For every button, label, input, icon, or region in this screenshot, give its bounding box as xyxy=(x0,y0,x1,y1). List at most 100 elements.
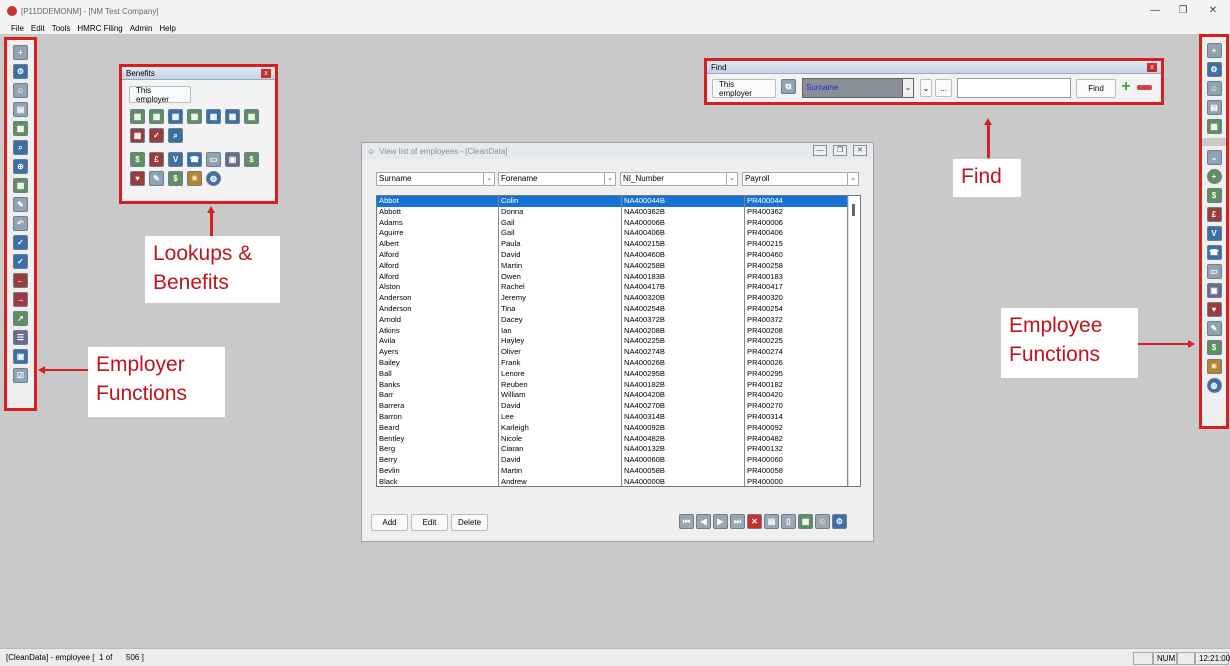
lookup-company-icon[interactable]: ▦ xyxy=(168,109,183,124)
tick-box-icon[interactable]: ☑ xyxy=(13,368,28,383)
table-row[interactable]: Adams Gail NA400006B PR400006 xyxy=(377,217,860,229)
table-row[interactable]: Barrera David NA400270B PR400270 xyxy=(377,401,860,412)
tools-icon[interactable]: ✎ xyxy=(13,197,28,212)
chevron-down-icon[interactable]: ⌄ xyxy=(726,173,737,185)
add-criteria-icon[interactable]: + xyxy=(1119,79,1133,95)
chevron-down-icon[interactable]: ⌄ xyxy=(847,173,858,185)
sun-icon[interactable]: ☀ xyxy=(1206,359,1222,374)
money-icon[interactable]: £ xyxy=(1206,207,1222,222)
grid-scrollbar[interactable] xyxy=(848,196,860,486)
lookup-list-icon[interactable]: ▦ xyxy=(244,109,259,124)
print-icon[interactable]: ▤ xyxy=(13,102,28,117)
wrench-icon[interactable]: ✎ xyxy=(1206,321,1222,336)
car-icon[interactable]: ▭ xyxy=(1206,264,1222,279)
globe-phone-icon[interactable]: ☎ xyxy=(187,152,202,167)
sun-icon[interactable]: ☀ xyxy=(187,171,202,186)
delete-button[interactable]: Delete xyxy=(451,514,488,531)
menu-hmrc-filing[interactable]: HMRC Filing xyxy=(77,24,122,33)
chevron-down-icon[interactable]: ⌄ xyxy=(902,79,913,97)
last-record-icon[interactable]: ⏭ xyxy=(730,514,745,529)
menu-tools[interactable]: Tools xyxy=(52,24,71,33)
employee-add-icon[interactable]: + xyxy=(1206,43,1222,58)
fbi-check-icon[interactable]: ✓ xyxy=(13,235,28,250)
wrench-icon[interactable]: ✎ xyxy=(149,171,164,186)
table-row[interactable]: Avila Hayley NA400225B PR400225 xyxy=(377,336,860,348)
column-header-payroll[interactable]: Payroll ⌄ xyxy=(742,172,859,186)
next-record-icon[interactable]: ▶ xyxy=(713,514,728,529)
remove-criteria-icon[interactable] xyxy=(1137,85,1152,90)
lookup-report-icon[interactable]: ▦ xyxy=(149,109,164,124)
benefits-close-button[interactable]: x xyxy=(261,69,271,78)
lookup-rates-icon[interactable]: ▦ xyxy=(206,109,221,124)
calendar-left-icon[interactable]: ← xyxy=(13,273,28,288)
first-record-icon[interactable]: ⏮ xyxy=(679,514,694,529)
employee-settings-icon[interactable]: ⚙ xyxy=(832,514,847,529)
employer-add-icon[interactable]: + xyxy=(13,45,28,60)
p46-check-icon[interactable]: ✓ xyxy=(13,254,28,269)
employee-window-close[interactable]: ✕ xyxy=(853,145,867,156)
menu-file[interactable]: File xyxy=(11,24,24,33)
table-row[interactable]: Albert Paula NA400215B PR400215 xyxy=(377,239,860,250)
add-circle-icon[interactable]: + xyxy=(1206,169,1222,184)
employer-settings-icon[interactable]: ⚙ xyxy=(13,64,28,79)
previous-record-icon[interactable]: ◀ xyxy=(696,514,711,529)
table-row[interactable]: Anderson Tina NA400254B PR400254 xyxy=(377,303,860,315)
delete-record-icon[interactable]: ✕ xyxy=(747,514,762,529)
table-row[interactable]: Bevlin Martin NA400058B PR400058 xyxy=(377,465,860,477)
table-row[interactable]: Bentley Nicole NA400482B PR400482 xyxy=(377,433,860,445)
undo-icon[interactable]: ↶ xyxy=(13,216,28,231)
calendar-right-icon[interactable]: → xyxy=(13,292,28,307)
benefit-icon[interactable]: $ xyxy=(130,152,145,167)
table-row[interactable]: Ball Lenore NA400295B PR400295 xyxy=(377,368,860,380)
chevron-down-icon[interactable]: ⌄ xyxy=(604,173,615,185)
lookup-codes-icon[interactable]: ▦ xyxy=(225,109,240,124)
money-icon[interactable]: £ xyxy=(149,152,164,167)
print-icon[interactable]: ▤ xyxy=(764,514,779,529)
menu-edit[interactable]: Edit xyxy=(31,24,45,33)
trend-icon[interactable]: ↗ xyxy=(13,311,28,326)
find-search-input[interactable] xyxy=(957,78,1071,98)
visa-icon[interactable]: V xyxy=(168,152,183,167)
table-row[interactable]: Alford Owen NA400183B PR400183 xyxy=(377,271,860,283)
find-this-employer-button[interactable]: This employer xyxy=(712,79,776,98)
employers-icon[interactable]: ☺ xyxy=(13,83,28,98)
visa-icon[interactable]: V xyxy=(1206,226,1222,241)
fbi-check-icon[interactable]: ✓ xyxy=(149,128,164,143)
table-row[interactable]: Banks Reuben NA400182B PR400182 xyxy=(377,379,860,391)
cash-icon[interactable]: $ xyxy=(168,171,183,186)
report-icon[interactable]: ▦ xyxy=(1206,119,1222,134)
table-row[interactable]: Berg Ciaran NA400132B PR400132 xyxy=(377,444,860,456)
chevron-down-icon[interactable]: ⌄ xyxy=(483,173,494,185)
edit-button[interactable]: Edit xyxy=(411,514,448,531)
table-row[interactable]: Alston Rachel NA400417B PR400417 xyxy=(377,282,860,294)
benefit-icon[interactable]: $ xyxy=(1206,188,1222,203)
lookup-calendar-red-icon[interactable]: ▦ xyxy=(130,128,145,143)
menu-admin[interactable]: Admin xyxy=(130,24,153,33)
print-icon[interactable]: ▤ xyxy=(1206,100,1222,115)
menu-help[interactable]: Help xyxy=(159,24,175,33)
restore-button[interactable]: ❐ xyxy=(1175,5,1191,16)
search-icon[interactable]: ⌕ xyxy=(13,140,28,155)
add-button[interactable]: Add xyxy=(371,514,408,531)
grid-scrollbar-thumb[interactable] xyxy=(852,204,855,216)
chevron-down-icon[interactable]: ⌄ xyxy=(1206,150,1222,165)
heart-plus-icon[interactable]: ♥ xyxy=(130,171,145,186)
table-row[interactable]: Alford Martin NA400258B PR400258 xyxy=(377,260,860,272)
column-header-ni-number[interactable]: NI_Number ⌄ xyxy=(620,172,738,186)
bus-icon[interactable]: ▣ xyxy=(225,152,240,167)
copy-icon[interactable]: ⧉ xyxy=(781,79,796,94)
report-icon[interactable]: ▦ xyxy=(798,514,813,529)
find-field-select[interactable]: Surname ⌄ xyxy=(802,78,914,98)
employee-window-restore[interactable]: ❐ xyxy=(833,145,847,156)
table-row[interactable]: Barron Lee NA400314B PR400314 xyxy=(377,411,860,423)
report-icon[interactable]: ▦ xyxy=(13,121,28,136)
find-button[interactable]: Find xyxy=(1076,79,1116,98)
employee-icon[interactable]: ☺ xyxy=(1206,81,1222,96)
zoom-icon[interactable]: ⊕ xyxy=(13,159,28,174)
employee-window-minimize[interactable]: — xyxy=(813,145,827,156)
table-row[interactable]: Atkins Ian NA400208B PR400208 xyxy=(377,325,860,337)
find-close-button[interactable]: x xyxy=(1147,63,1157,72)
table-row[interactable]: Arnold Dacey NA400372B PR400372 xyxy=(377,314,860,326)
lookup-table-icon[interactable]: ▦ xyxy=(130,109,145,124)
table-row[interactable]: Bailey Frank NA400026B PR400026 xyxy=(377,357,860,369)
